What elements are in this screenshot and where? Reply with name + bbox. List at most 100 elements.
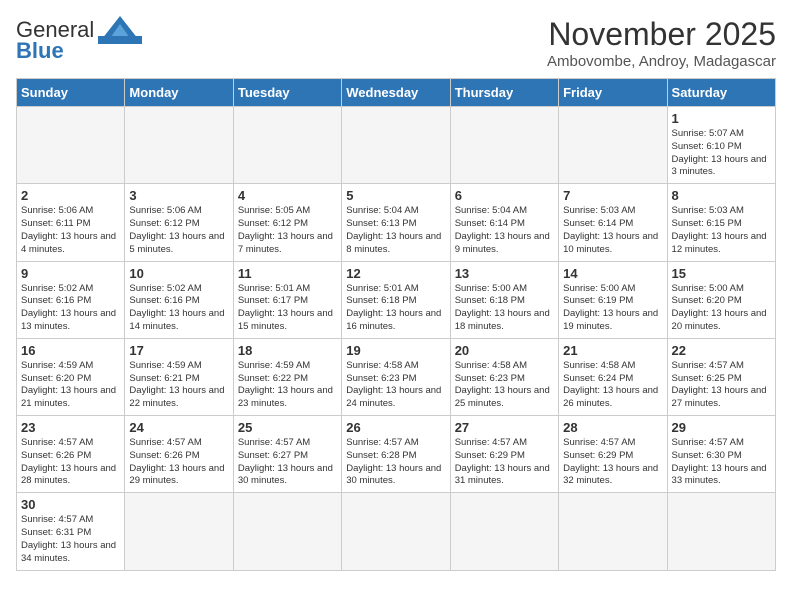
day-info: Sunrise: 4:57 AM Sunset: 6:27 PM Dayligh… [238,437,337,488]
day-info: Sunrise: 5:02 AM Sunset: 6:16 PM Dayligh… [21,283,120,334]
day-number: 23 [21,420,120,435]
day-info: Sunrise: 5:02 AM Sunset: 6:16 PM Dayligh… [129,283,228,334]
column-header-tuesday: Tuesday [233,79,341,107]
calendar-cell: 20Sunrise: 4:58 AM Sunset: 6:23 PM Dayli… [450,338,558,415]
day-number: 26 [346,420,445,435]
title-block: November 2025 Ambovombe, Androy, Madagas… [547,16,776,70]
calendar-cell: 8 Sunrise: 5:03 AM Sunset: 6:15 PM Daylig… [667,184,775,261]
day-number: 12 [346,266,445,281]
calendar-cell: 27 Sunrise: 4:57 AM Sunset: 6:29 PM Dayli… [450,416,558,493]
day-number: 13 [455,266,554,281]
calendar-cell [342,493,450,570]
logo: General Blue [16,16,142,64]
day-number: 20 [455,343,554,358]
calendar-cell: 26 Sunrise: 4:57 AM Sunset: 6:28 PM Dayli… [342,416,450,493]
day-info: Sunrise: 5:01 AM Sunset: 6:18 PM Dayligh… [346,283,445,334]
calendar-cell: 22Sunrise: 4:57 AM Sunset: 6:25 PM Dayli… [667,338,775,415]
column-header-thursday: Thursday [450,79,558,107]
day-number: 10 [129,266,228,281]
calendar-cell [342,107,450,184]
day-number: 19 [346,343,445,358]
calendar-cell: 4Sunrise: 5:05 AM Sunset: 6:12 PM Daylig… [233,184,341,261]
calendar-header-row: SundayMondayTuesdayWednesdayThursdayFrid… [17,79,776,107]
calendar-cell: 29 Sunrise: 4:57 AM Sunset: 6:30 PM Dayli… [667,416,775,493]
calendar-cell: 24 Sunrise: 4:57 AM Sunset: 6:26 PM Dayli… [125,416,233,493]
calendar-week-row: 30Sunrise: 4:57 AM Sunset: 6:31 PM Dayli… [17,493,776,570]
day-info: Sunrise: 5:03 AM Sunset: 6:14 PM Dayligh… [563,205,662,256]
calendar-cell: 14Sunrise: 5:00 AM Sunset: 6:19 PM Dayli… [559,261,667,338]
calendar-cell: 10 Sunrise: 5:02 AM Sunset: 6:16 PM Dayli… [125,261,233,338]
column-header-saturday: Saturday [667,79,775,107]
calendar-cell: 15 Sunrise: 5:00 AM Sunset: 6:20 PM Dayli… [667,261,775,338]
page-header: General Blue November 2025 Ambovombe, An… [16,16,776,70]
calendar-cell [17,107,125,184]
calendar-table: SundayMondayTuesdayWednesdayThursdayFrid… [16,78,776,571]
day-info: Sunrise: 5:00 AM Sunset: 6:18 PM Dayligh… [455,283,554,334]
day-info: Sunrise: 4:57 AM Sunset: 6:26 PM Dayligh… [129,437,228,488]
day-info: Sunrise: 4:58 AM Sunset: 6:24 PM Dayligh… [563,360,662,411]
calendar-cell: 9Sunrise: 5:02 AM Sunset: 6:16 PM Daylig… [17,261,125,338]
calendar-cell: 12 Sunrise: 5:01 AM Sunset: 6:18 PM Dayli… [342,261,450,338]
day-info: Sunrise: 4:59 AM Sunset: 6:22 PM Dayligh… [238,360,337,411]
day-info: Sunrise: 4:57 AM Sunset: 6:29 PM Dayligh… [455,437,554,488]
day-info: Sunrise: 5:03 AM Sunset: 6:15 PM Dayligh… [672,205,771,256]
calendar-cell: 25 Sunrise: 4:57 AM Sunset: 6:27 PM Dayli… [233,416,341,493]
day-number: 27 [455,420,554,435]
logo-blue-text: Blue [16,38,64,64]
calendar-cell [125,107,233,184]
logo-blue-icon [98,16,142,44]
day-number: 7 [563,188,662,203]
calendar-cell [125,493,233,570]
column-header-friday: Friday [559,79,667,107]
calendar-cell [559,107,667,184]
day-info: Sunrise: 4:57 AM Sunset: 6:26 PM Dayligh… [21,437,120,488]
day-number: 6 [455,188,554,203]
calendar-cell [559,493,667,570]
day-number: 4 [238,188,337,203]
day-info: Sunrise: 5:00 AM Sunset: 6:19 PM Dayligh… [563,283,662,334]
calendar-cell: 1 Sunrise: 5:07 AM Sunset: 6:10 PM Daylig… [667,107,775,184]
day-number: 18 [238,343,337,358]
day-info: Sunrise: 4:57 AM Sunset: 6:29 PM Dayligh… [563,437,662,488]
calendar-cell: 21Sunrise: 4:58 AM Sunset: 6:24 PM Dayli… [559,338,667,415]
day-info: Sunrise: 4:57 AM Sunset: 6:30 PM Dayligh… [672,437,771,488]
day-info: Sunrise: 4:58 AM Sunset: 6:23 PM Dayligh… [346,360,445,411]
day-number: 22 [672,343,771,358]
day-number: 1 [672,111,771,126]
day-info: Sunrise: 5:00 AM Sunset: 6:20 PM Dayligh… [672,283,771,334]
calendar-cell: 7 Sunrise: 5:03 AM Sunset: 6:14 PM Daylig… [559,184,667,261]
day-info: Sunrise: 5:01 AM Sunset: 6:17 PM Dayligh… [238,283,337,334]
calendar-cell: 2Sunrise: 5:06 AM Sunset: 6:11 PM Daylig… [17,184,125,261]
day-info: Sunrise: 5:06 AM Sunset: 6:12 PM Dayligh… [129,205,228,256]
day-number: 29 [672,420,771,435]
day-info: Sunrise: 5:07 AM Sunset: 6:10 PM Dayligh… [672,128,771,179]
calendar-cell [450,107,558,184]
calendar-week-row: 1 Sunrise: 5:07 AM Sunset: 6:10 PM Daylig… [17,107,776,184]
calendar-cell [233,493,341,570]
day-number: 25 [238,420,337,435]
day-number: 28 [563,420,662,435]
day-number: 8 [672,188,771,203]
calendar-week-row: 9Sunrise: 5:02 AM Sunset: 6:16 PM Daylig… [17,261,776,338]
day-number: 24 [129,420,228,435]
day-info: Sunrise: 5:04 AM Sunset: 6:14 PM Dayligh… [455,205,554,256]
day-number: 2 [21,188,120,203]
calendar-cell: 19 Sunrise: 4:58 AM Sunset: 6:23 PM Dayli… [342,338,450,415]
day-info: Sunrise: 4:57 AM Sunset: 6:31 PM Dayligh… [21,514,120,565]
day-number: 17 [129,343,228,358]
calendar-cell: 13 Sunrise: 5:00 AM Sunset: 6:18 PM Dayli… [450,261,558,338]
calendar-cell [667,493,775,570]
calendar-week-row: 16Sunrise: 4:59 AM Sunset: 6:20 PM Dayli… [17,338,776,415]
column-header-sunday: Sunday [17,79,125,107]
day-number: 15 [672,266,771,281]
calendar-cell: 28 Sunrise: 4:57 AM Sunset: 6:29 PM Dayli… [559,416,667,493]
calendar-cell: 17 Sunrise: 4:59 AM Sunset: 6:21 PM Dayli… [125,338,233,415]
calendar-cell: 3Sunrise: 5:06 AM Sunset: 6:12 PM Daylig… [125,184,233,261]
column-header-monday: Monday [125,79,233,107]
day-info: Sunrise: 4:57 AM Sunset: 6:28 PM Dayligh… [346,437,445,488]
day-number: 11 [238,266,337,281]
column-header-wednesday: Wednesday [342,79,450,107]
day-info: Sunrise: 4:59 AM Sunset: 6:21 PM Dayligh… [129,360,228,411]
calendar-cell: 16Sunrise: 4:59 AM Sunset: 6:20 PM Dayli… [17,338,125,415]
day-info: Sunrise: 4:59 AM Sunset: 6:20 PM Dayligh… [21,360,120,411]
